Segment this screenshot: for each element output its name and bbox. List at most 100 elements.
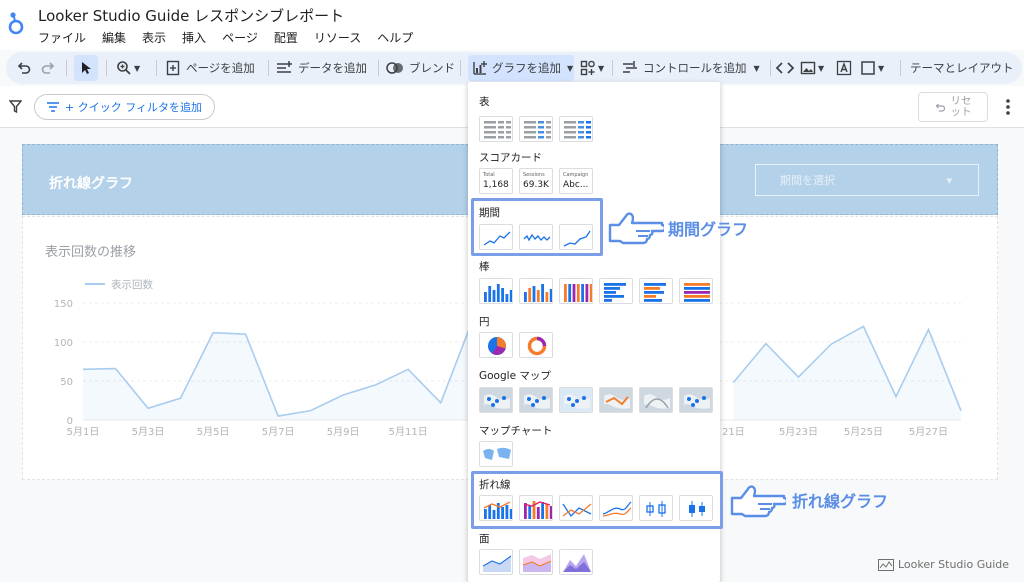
geo-chart-option-icon (483, 447, 511, 460)
combo-chart-option[interactable] (479, 495, 513, 521)
table-cell (564, 126, 576, 129)
google-map-option[interactable] (559, 387, 593, 413)
menu-view[interactable]: 表示 (142, 29, 166, 46)
google-map-option-icon (600, 388, 632, 412)
pie-chart-option[interactable] (479, 332, 513, 358)
looker-studio-logo-icon (8, 12, 24, 35)
thumb-line (483, 231, 511, 246)
google-map-option[interactable] (679, 387, 713, 413)
scorecard-option[interactable]: Sessions 69.3K (519, 168, 553, 194)
add-data-button[interactable]: データを追加 (276, 52, 367, 84)
table-cell (578, 126, 584, 129)
series-area (733, 326, 961, 420)
candlestick-filled-option[interactable] (679, 495, 713, 521)
image-button[interactable]: ▼ (800, 52, 824, 84)
add-control-button[interactable]: コントロールを追加 ▼ (622, 52, 760, 84)
column-chart-option[interactable] (479, 278, 513, 304)
line-callout: 折れ線グラフ (792, 492, 889, 511)
text-button[interactable] (836, 52, 852, 84)
google-map-option[interactable] (599, 387, 633, 413)
thumb-bar (644, 295, 656, 298)
grouped-bar-option[interactable] (639, 278, 673, 304)
thumb-bar (505, 294, 509, 302)
more-vert-icon[interactable] (999, 96, 1017, 118)
timeseries-option[interactable] (479, 224, 513, 250)
stacked-area-option[interactable] (519, 549, 553, 575)
thumb-bar (536, 507, 540, 519)
thumb-bar (572, 284, 576, 302)
date-range-picker[interactable]: 期間を選択 ▼ (755, 164, 979, 196)
stacked-bar-option[interactable] (679, 278, 713, 304)
x-tick-label: 5月5日 (197, 426, 230, 438)
scorecard-option[interactable]: Campaign Abc... (559, 168, 593, 194)
toolbar-divider (66, 60, 67, 76)
table-bars-option[interactable] (519, 116, 553, 142)
add-page-button[interactable]: ページを追加 (166, 52, 255, 84)
community-viz-button[interactable]: ▼ (580, 52, 604, 84)
table-cell (586, 136, 591, 139)
scorecard-option[interactable]: Total 1,168 (479, 168, 513, 194)
table-heatmap-option[interactable] (559, 116, 593, 142)
table-cell (484, 126, 496, 129)
blend-button[interactable]: ブレンド (386, 52, 455, 84)
select-tool-button[interactable] (74, 55, 98, 81)
smooth-line-option[interactable] (599, 495, 633, 521)
menu-page[interactable]: ページ (222, 29, 258, 46)
stacked-bar-option-icon (684, 283, 710, 302)
add-chart-icon (473, 61, 487, 75)
undo-icon (17, 62, 31, 74)
chevron-down-icon: ▼ (946, 177, 952, 185)
zoom-button[interactable]: ▼ (116, 52, 140, 84)
embed-code-button[interactable] (776, 52, 794, 84)
scorecard-label: Total (483, 172, 495, 178)
percent-area-option[interactable] (559, 549, 593, 575)
thumb-bar (585, 284, 589, 302)
filter-icon[interactable] (9, 100, 22, 113)
line-chart-option[interactable] (559, 495, 593, 521)
pointing-hand-icon (608, 212, 664, 245)
donut-chart-option[interactable] (519, 332, 553, 358)
table-cell (586, 126, 591, 129)
google-map-option[interactable] (639, 387, 673, 413)
table-option[interactable] (479, 116, 513, 142)
x-tick-label: 5月27日 (909, 426, 948, 438)
add-data-icon (277, 61, 292, 73)
section-scorecard-label: スコアカード (479, 152, 542, 164)
theme-layout-button[interactable]: テーマとレイアウト (910, 52, 1014, 84)
google-map-option[interactable] (519, 387, 553, 413)
text-box-icon (836, 60, 852, 76)
undo-button[interactable] (16, 52, 32, 84)
menu-help[interactable]: ヘルプ (377, 29, 413, 46)
menu-bar: ファイル 編集 表示 挿入 ページ 配置 リソース ヘルプ (38, 29, 429, 46)
menu-resource[interactable]: リソース (314, 29, 361, 46)
add-chart-button[interactable]: グラフを追加 ▼ (468, 55, 574, 81)
pie-chart-option-icon (488, 337, 506, 355)
bar-chart-option[interactable] (599, 278, 633, 304)
candlestick-option[interactable] (639, 495, 673, 521)
grouped-column-option[interactable] (519, 278, 553, 304)
menu-arrange[interactable]: 配置 (274, 29, 298, 46)
timeseries-option[interactable] (519, 224, 553, 250)
thumb-bar (528, 505, 532, 519)
stacked-column-option[interactable] (559, 278, 593, 304)
quick-filter-button[interactable]: + クイック フィルタを追加 (34, 94, 215, 120)
shape-button[interactable]: ▼ (860, 52, 884, 84)
chevron-down-icon: ▼ (753, 63, 760, 73)
google-map-option[interactable] (479, 387, 513, 413)
menu-insert[interactable]: 挿入 (182, 29, 206, 46)
thumb-bar (524, 292, 527, 302)
table-cell (498, 131, 504, 134)
timeseries-option[interactable] (559, 224, 593, 250)
report-title[interactable]: Looker Studio Guide レスポンシブレポート (38, 5, 344, 26)
geo-chart-option[interactable] (479, 441, 513, 467)
area-chart-option[interactable] (479, 549, 513, 575)
reset-button[interactable]: リセ ット (918, 92, 988, 122)
combo-stacked-option[interactable] (519, 495, 553, 521)
redo-button[interactable] (40, 52, 56, 84)
quick-filter-label: + クイック フィルタを追加 (65, 101, 202, 114)
map-point (531, 403, 535, 407)
menu-edit[interactable]: 編集 (102, 29, 126, 46)
thumb-bar (684, 283, 710, 286)
menu-file[interactable]: ファイル (38, 29, 86, 46)
chevron-down-icon: ▼ (878, 63, 885, 73)
